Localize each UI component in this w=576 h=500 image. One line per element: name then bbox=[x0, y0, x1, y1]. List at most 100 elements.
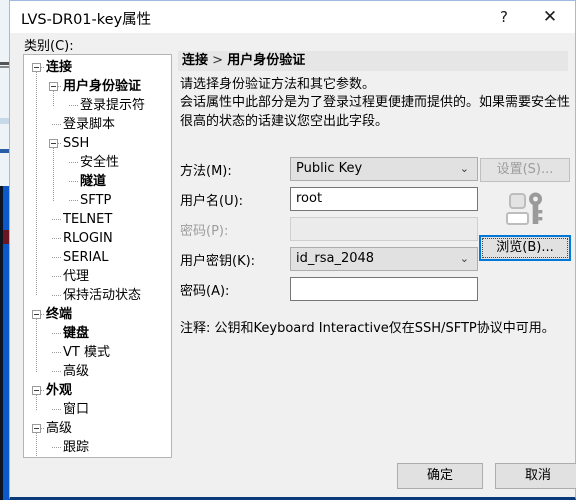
password-label: 密码(P): bbox=[180, 224, 229, 239]
tree-connector bbox=[69, 105, 78, 106]
tree-item-label: 终端 bbox=[46, 307, 73, 322]
tree-item-label: 隧道 bbox=[80, 174, 107, 189]
tree-item-5[interactable]: 安全性 bbox=[80, 153, 119, 172]
category-label: 类别(C): bbox=[24, 39, 74, 54]
tree-item-label: 登录提示符 bbox=[80, 98, 146, 113]
tree-item-6[interactable]: 隧道 bbox=[80, 172, 106, 191]
tree-connector bbox=[52, 352, 61, 353]
close-button[interactable]: ✕ bbox=[527, 1, 573, 32]
tree-guide-line bbox=[36, 433, 37, 457]
method-select[interactable]: Public Key ⌄ bbox=[290, 157, 478, 181]
password-input bbox=[290, 217, 478, 241]
title-bar: LVS-DR01-key属性 ? ✕ bbox=[10, 1, 575, 33]
tree-item-9[interactable]: RLOGIN bbox=[63, 229, 113, 248]
tree-connector bbox=[52, 295, 61, 296]
browse-button[interactable]: 浏览(B)... bbox=[479, 235, 571, 261]
tree-item-label: 窗口 bbox=[63, 402, 90, 417]
tree-item-label: RLOGIN bbox=[63, 231, 113, 246]
tree-item-16[interactable]: 高级 bbox=[63, 362, 89, 381]
tree-connector bbox=[52, 333, 61, 334]
chevron-down-icon: ⌄ bbox=[459, 162, 469, 175]
tree-connector bbox=[52, 409, 61, 410]
tree-item-10[interactable]: SERIAL bbox=[63, 248, 108, 267]
dialog-frame: LVS-DR01-key属性 ? ✕ 类别(C): 连接 用户身份验证 登录提示符登… bbox=[9, 0, 576, 500]
tree-item-8[interactable]: TELNET bbox=[63, 210, 112, 229]
tree-item-1[interactable]: 用户身份验证 bbox=[63, 77, 141, 96]
tree-connector bbox=[69, 181, 78, 182]
tree-connector bbox=[52, 371, 61, 372]
tree-item-3[interactable]: 登录脚本 bbox=[63, 115, 115, 134]
tree-connector bbox=[52, 219, 61, 220]
tree-item-4[interactable]: SSH bbox=[63, 134, 89, 153]
breadcrumb-separator: > bbox=[208, 53, 228, 68]
tree-item-13[interactable]: 终端 bbox=[46, 305, 72, 324]
tree-item-label: 保持活动状态 bbox=[63, 288, 142, 303]
tree-item-label: 代理 bbox=[63, 269, 90, 284]
user-key-icon bbox=[506, 191, 546, 229]
chevron-down-icon: ⌄ bbox=[459, 252, 469, 265]
tree-item-21[interactable]: 日志记录 bbox=[63, 457, 115, 458]
tree-item-2[interactable]: 登录提示符 bbox=[80, 96, 145, 115]
tree-item-label: 键盘 bbox=[63, 326, 90, 341]
note-text: 注释: 公钥和Keyboard Interactive仅在SSH/SFTP协议中… bbox=[180, 321, 555, 336]
passphrase-input[interactable] bbox=[290, 277, 478, 301]
cancel-button[interactable]: 取消 bbox=[495, 463, 576, 489]
tree-item-label: 用户身份验证 bbox=[63, 79, 142, 94]
userkey-value: id_rsa_2048 bbox=[296, 251, 375, 266]
method-label: 方法(M): bbox=[180, 164, 232, 179]
tree-item-12[interactable]: 保持活动状态 bbox=[63, 286, 141, 305]
tree-guide-line bbox=[53, 148, 54, 201]
tree-expander-icon[interactable] bbox=[32, 424, 41, 433]
breadcrumb-parent: 连接 bbox=[182, 53, 209, 68]
tree-item-19[interactable]: 高级 bbox=[46, 419, 72, 438]
tree-connector bbox=[52, 238, 61, 239]
tree-connector bbox=[69, 200, 78, 201]
tree-item-label: 连接 bbox=[46, 60, 73, 75]
tree-item-label: 跟踪 bbox=[63, 440, 90, 455]
tree-item-label: 高级 bbox=[63, 364, 90, 379]
passphrase-row: 密码(A): bbox=[178, 277, 568, 301]
tree-item-15[interactable]: VT 模式 bbox=[63, 343, 110, 362]
tree-item-label: SSH bbox=[63, 136, 90, 151]
passphrase-label: 密码(A): bbox=[180, 284, 230, 299]
tree-item-label: SERIAL bbox=[63, 250, 109, 265]
tree-expander-icon[interactable] bbox=[32, 310, 41, 319]
tree-guide-line bbox=[36, 319, 37, 372]
username-input[interactable]: root bbox=[290, 187, 478, 211]
help-button[interactable]: ? bbox=[481, 1, 527, 32]
close-icon: ✕ bbox=[542, 6, 558, 27]
window-title: LVS-DR01-key属性 bbox=[21, 12, 152, 28]
browse-button-label: 浏览(B)... bbox=[496, 240, 554, 255]
breadcrumb-current: 用户身份验证 bbox=[227, 53, 306, 68]
tree-item-label: 日志记录 bbox=[63, 457, 115, 458]
tree-item-18[interactable]: 窗口 bbox=[63, 400, 89, 419]
userkey-label: 用户密钥(K): bbox=[180, 254, 256, 269]
tree-connector bbox=[69, 162, 78, 163]
ok-button[interactable]: 确定 bbox=[397, 463, 483, 489]
tree-item-17[interactable]: 外观 bbox=[46, 381, 72, 400]
tree-connector bbox=[52, 447, 61, 448]
question-mark-icon: ? bbox=[500, 7, 508, 26]
tree-item-14[interactable]: 键盘 bbox=[63, 324, 89, 343]
tree-expander-icon[interactable] bbox=[49, 139, 58, 148]
tree-item-label: 外观 bbox=[46, 383, 73, 398]
properties-dialog-window: LVS-DR01-key属性 ? ✕ 类别(C): 连接 用户身份验证 登录提示符登… bbox=[0, 0, 576, 500]
tree-connector bbox=[52, 124, 61, 125]
tree-expander-icon[interactable] bbox=[32, 63, 41, 72]
userkey-select[interactable]: id_rsa_2048 ⌄ bbox=[290, 247, 478, 271]
tree-item-7[interactable]: SFTP bbox=[80, 191, 111, 210]
tree-item-0[interactable]: 连接 bbox=[46, 58, 72, 77]
tree-guide-line bbox=[53, 91, 54, 106]
tree-expander-icon[interactable] bbox=[32, 386, 41, 395]
tree-item-label: SFTP bbox=[80, 193, 112, 208]
tree-item-20[interactable]: 跟踪 bbox=[63, 438, 89, 457]
description-line-2: 会话属性中此部分是为了登录过程更便捷而提供的。如果需要安全性很高的状态的话建议您… bbox=[180, 95, 571, 129]
settings-button: 设置(S)... bbox=[480, 158, 570, 182]
tree-item-11[interactable]: 代理 bbox=[63, 267, 89, 286]
tree-item-label: 安全性 bbox=[80, 155, 120, 170]
category-tree[interactable]: 连接用户身份验证登录提示符登录脚本 SSH 安全性隧道 SFTP TELNET RLOGI… bbox=[23, 54, 172, 458]
description-line-1: 请选择身份验证方法和其它参数。 bbox=[180, 77, 376, 92]
method-value: Public Key bbox=[296, 161, 363, 176]
breadcrumb: 连接 > 用户身份验证 bbox=[178, 51, 568, 71]
tree-expander-icon[interactable] bbox=[49, 82, 58, 91]
